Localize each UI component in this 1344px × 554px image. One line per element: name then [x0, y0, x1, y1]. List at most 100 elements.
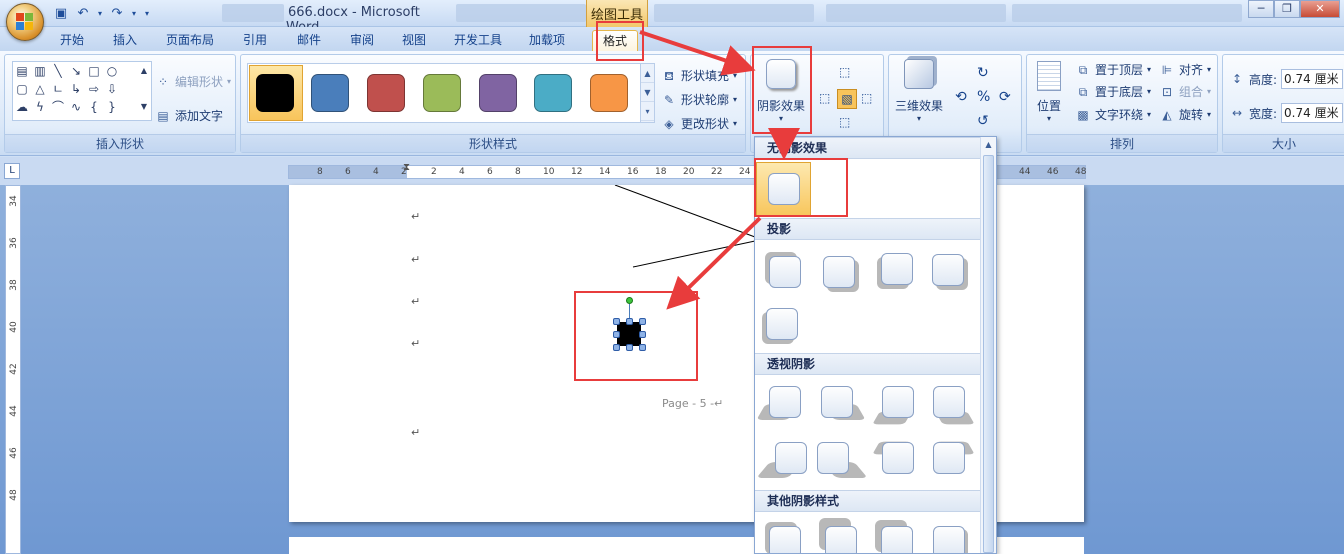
resize-handle[interactable] — [626, 344, 633, 351]
shape-outline-button[interactable]: ✎ 形状轮廓 ▾ — [661, 91, 737, 108]
shape-style-swatch[interactable] — [367, 74, 405, 112]
drawn-line[interactable] — [614, 185, 756, 238]
palette-scroll-icon[interactable]: ▲ — [137, 64, 151, 78]
shadow-toggle-icon[interactable]: ▧ — [837, 89, 857, 109]
save-icon[interactable]: ▣ — [52, 4, 70, 22]
nudge-shadow-left-icon[interactable]: ⬚ — [819, 91, 830, 105]
drop-shadow-option[interactable] — [765, 252, 801, 288]
shape-style-swatch[interactable] — [423, 74, 461, 112]
perspective-shadow-option[interactable] — [872, 386, 914, 425]
tab-view[interactable]: 视图 — [394, 30, 434, 51]
scroll-up-icon[interactable]: ▲ — [981, 137, 996, 153]
tab-developer[interactable]: 开发工具 — [448, 30, 508, 51]
tab-home[interactable]: 开始 — [52, 30, 92, 51]
gallery-down-icon[interactable]: ▼ — [641, 83, 654, 102]
nudge-shadow-down-icon[interactable]: ⬚ — [839, 115, 850, 129]
drop-shadow-option[interactable] — [762, 308, 798, 344]
vertical-ruler[interactable]: 34 36 38 40 42 44 46 48 — [5, 185, 21, 554]
rectangle-shape-icon[interactable]: □ — [87, 64, 101, 78]
line-shape-icon[interactable]: ╲ — [51, 64, 65, 78]
height-input[interactable]: 0.74 厘米 — [1281, 69, 1344, 89]
tab-page-layout[interactable]: 页面布局 — [160, 30, 220, 51]
scroll-thumb[interactable] — [983, 155, 994, 553]
rotate-button[interactable]: ◭ 旋转 ▾ — [1159, 106, 1211, 123]
perspective-shadow-option[interactable] — [933, 441, 975, 474]
gallery-more-icon[interactable]: ▾ — [641, 102, 654, 121]
other-shadow-option[interactable] — [875, 520, 913, 553]
drop-shadow-option[interactable] — [877, 253, 913, 289]
drawn-line[interactable] — [632, 240, 756, 268]
no-shadow-option[interactable] — [768, 173, 800, 205]
width-input[interactable]: 0.74 厘米 — [1281, 103, 1344, 123]
align-button[interactable]: ⊫ 对齐 ▾ — [1159, 61, 1211, 78]
oval-shape-icon[interactable]: ○ — [105, 64, 119, 78]
drop-shadow-option[interactable] — [823, 256, 859, 292]
position-button[interactable]: 位置 ▾ — [1031, 61, 1067, 123]
tab-mailings[interactable]: 邮件 — [289, 30, 329, 51]
shape-style-swatch[interactable] — [534, 74, 572, 112]
gallery-up-icon[interactable]: ▲ — [641, 64, 654, 83]
undo-dropdown-icon[interactable]: ▾ — [96, 4, 104, 22]
selected-black-square[interactable] — [617, 322, 641, 346]
minimize-button[interactable]: ─ — [1248, 0, 1274, 18]
other-shadow-option[interactable] — [933, 526, 968, 553]
customize-qat-icon[interactable]: ▾ — [142, 4, 152, 22]
tilt-left-icon[interactable]: ⟲ — [955, 89, 967, 105]
other-shadow-option[interactable] — [765, 522, 801, 553]
shape-fill-button[interactable]: ⛾ 形状填充 ▾ — [661, 67, 737, 84]
tilt-up-icon[interactable]: ↻ — [977, 65, 989, 81]
shape-style-swatch[interactable] — [479, 74, 517, 112]
perspective-shadow-option[interactable] — [821, 386, 866, 420]
right-brace-shape-icon[interactable]: } — [105, 100, 119, 114]
perspective-shadow-option[interactable] — [756, 442, 807, 478]
shape-style-swatch[interactable] — [256, 74, 294, 112]
perspective-shadow-option[interactable] — [872, 441, 914, 474]
tab-insert[interactable]: 插入 — [105, 30, 145, 51]
3d-toggle-icon[interactable]: % — [977, 89, 990, 105]
resize-handle[interactable] — [613, 331, 620, 338]
bring-to-front-button[interactable]: ⧉ 置于顶层 ▾ — [1075, 61, 1151, 78]
text-wrap-button[interactable]: ▩ 文字环绕 ▾ — [1075, 106, 1151, 123]
resize-handle[interactable] — [613, 318, 620, 325]
vertical-textbox-shape-icon[interactable]: ▥ — [33, 64, 47, 78]
change-shape-button[interactable]: ◈ 更改形状 ▾ — [661, 115, 737, 132]
rounded-rect-shape-icon[interactable]: ▢ — [15, 82, 29, 96]
resize-handle[interactable] — [639, 318, 646, 325]
elbow-connector-shape-icon[interactable]: ㄴ — [51, 82, 65, 96]
close-button[interactable]: ✕ — [1300, 0, 1340, 18]
resize-handle[interactable] — [626, 318, 633, 325]
arrow-line-shape-icon[interactable]: ↘ — [69, 64, 83, 78]
elbow-arrow-shape-icon[interactable]: ↳ — [69, 82, 83, 96]
resize-handle[interactable] — [613, 344, 620, 351]
3d-effects-button[interactable]: 三维效果 ▾ — [891, 59, 947, 123]
triangle-shape-icon[interactable]: △ — [33, 82, 47, 96]
perspective-shadow-option[interactable] — [817, 442, 868, 478]
down-arrow-shape-icon[interactable]: ⇩ — [105, 82, 119, 96]
lightning-shape-icon[interactable]: ϟ — [33, 100, 47, 114]
cloud-shape-icon[interactable]: ☁ — [15, 100, 29, 114]
office-button[interactable] — [6, 3, 44, 41]
redo-dropdown-icon[interactable]: ▾ — [130, 4, 138, 22]
arc-shape-icon[interactable]: ⌒ — [51, 100, 65, 114]
palette-more-icon[interactable]: ▼ — [137, 100, 151, 114]
gallery-scrollbar[interactable]: ▲ ▼ ▾ — [640, 64, 654, 122]
perspective-shadow-option[interactable] — [933, 386, 975, 425]
dropdown-scrollbar[interactable]: ▲ — [980, 137, 996, 553]
resize-handle[interactable] — [639, 331, 646, 338]
shape-style-gallery[interactable]: ▲ ▼ ▾ — [247, 63, 655, 123]
indent-marker-icon[interactable]: ⧗ — [403, 162, 410, 173]
right-arrow-shape-icon[interactable]: ⇨ — [87, 82, 101, 96]
left-brace-shape-icon[interactable]: { — [87, 100, 101, 114]
tab-selector-button[interactable]: L — [4, 163, 20, 179]
shadow-effects-button[interactable]: 阴影效果 ▾ — [753, 59, 809, 123]
redo-icon[interactable]: ↷ — [108, 4, 126, 22]
tilt-right-icon[interactable]: ⟳ — [999, 89, 1011, 105]
send-to-back-button[interactable]: ⧉ 置于底层 ▾ — [1075, 83, 1151, 100]
tab-format[interactable]: 格式 — [592, 30, 638, 51]
tab-addins[interactable]: 加载项 — [522, 30, 572, 51]
textbox-shape-icon[interactable]: ▤ — [15, 64, 29, 78]
edit-shape-button[interactable]: ⁘ 编辑形状 ▾ — [155, 73, 231, 90]
undo-icon[interactable]: ↶ — [74, 4, 92, 22]
tilt-down-icon[interactable]: ↺ — [977, 113, 989, 129]
shape-palette[interactable]: ▤ ▥ ╲ ↘ □ ○ ▢ △ ㄴ ↳ ⇨ ⇩ ☁ ϟ ⌒ ∿ { } ▲ ▼ — [12, 61, 152, 121]
